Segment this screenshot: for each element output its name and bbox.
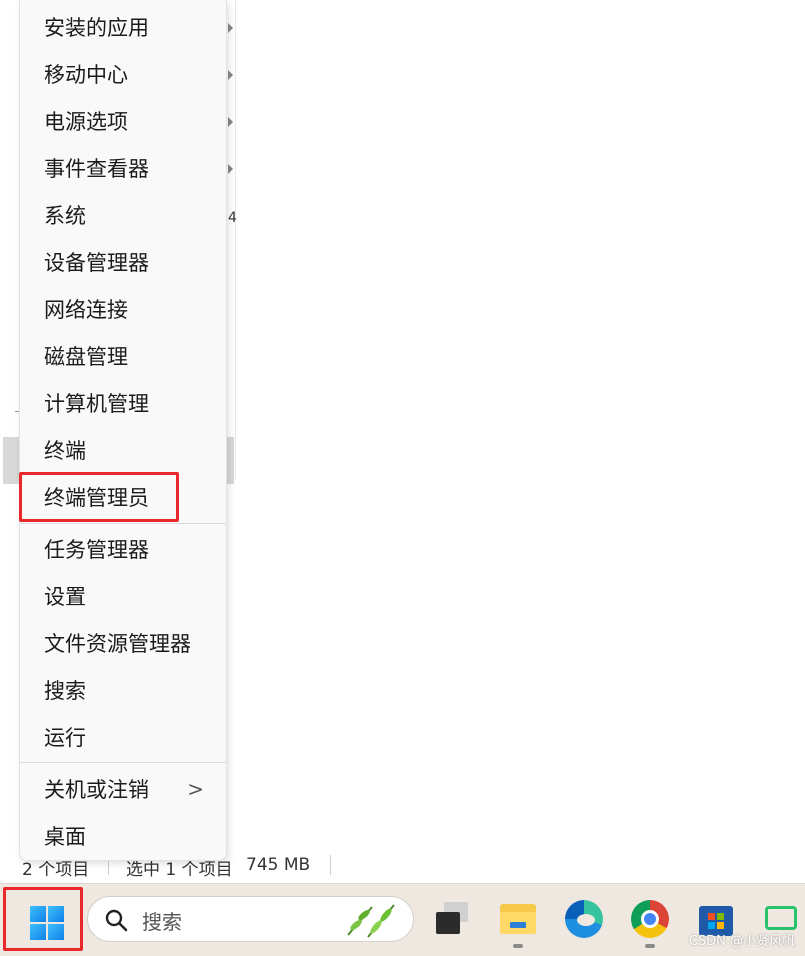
submenu-arrow-icon (228, 23, 233, 33)
windows-logo-icon (30, 906, 66, 942)
annotation-highlight-terminal-admin (19, 472, 179, 522)
menu-item-label: 设备管理器 (44, 251, 149, 275)
start-button[interactable] (3, 887, 83, 951)
submenu-arrow-icon (228, 164, 233, 174)
background-text-fragment: 4 (228, 210, 237, 226)
chevron-right-icon: > (187, 777, 204, 801)
chrome-icon[interactable] (631, 900, 669, 938)
menu-item-label: 安装的应用 (44, 16, 149, 40)
menu-item-network-connections[interactable]: 网络连接 (20, 290, 226, 330)
menu-item-power-options[interactable]: 电源选项 (20, 102, 233, 142)
menu-item-installed-apps[interactable]: 安装的应用 (20, 8, 233, 48)
menu-item-label: 移动中心 (44, 63, 128, 87)
menu-item-mobility-center[interactable]: 移动中心 (20, 55, 233, 95)
menu-item-label: 关机或注销 (44, 778, 149, 802)
edge-icon[interactable] (565, 900, 603, 938)
search-icon (105, 909, 128, 932)
menu-item-label: 系统 (44, 204, 86, 228)
menu-item-computer-management[interactable]: 计算机管理 (20, 384, 226, 424)
taskbar: 搜索 CSDN @小贤风帆 (0, 883, 805, 956)
submenu-arrow-icon (228, 117, 233, 127)
winx-context-menu: 安装的应用 移动中心 电源选项 事件查看器 系统 设备管理器 网络连接 磁盘管理… (19, 0, 233, 861)
menu-separator (20, 762, 226, 763)
menu-item-device-manager[interactable]: 设备管理器 (20, 243, 226, 283)
menu-item-label: 计算机管理 (44, 392, 149, 416)
menu-item-label: 设置 (44, 585, 86, 609)
task-view-icon[interactable] (434, 900, 472, 938)
menu-item-label: 文件资源管理器 (44, 632, 191, 656)
running-indicator (513, 944, 523, 948)
menu-item-label: 运行 (44, 726, 86, 750)
menu-item-label: 磁盘管理 (44, 345, 128, 369)
menu-item-label: 电源选项 (44, 110, 128, 134)
menu-item-label: 任务管理器 (44, 538, 149, 562)
menu-item-label: 搜索 (44, 679, 86, 703)
menu-item-system[interactable]: 系统 (20, 196, 226, 236)
menu-item-label: 桌面 (44, 825, 86, 849)
menu-item-label: 终端 (44, 439, 86, 463)
menu-item-search[interactable]: 搜索 (20, 671, 226, 711)
menu-item-terminal[interactable]: 终端 (20, 431, 226, 471)
menu-item-file-explorer[interactable]: 文件资源管理器 (20, 624, 226, 664)
running-indicator (645, 944, 655, 948)
menu-item-settings[interactable]: 设置 (20, 577, 226, 617)
menu-separator (20, 523, 226, 524)
menu-item-label: 事件查看器 (44, 157, 149, 181)
menu-item-disk-management[interactable]: 磁盘管理 (20, 337, 226, 377)
status-divider (330, 855, 331, 875)
background-window-divider (235, 0, 236, 480)
search-placeholder: 搜索 (142, 910, 182, 934)
status-size: 745 MB (246, 855, 311, 875)
menu-item-label: 网络连接 (44, 298, 128, 322)
menu-item-desktop[interactable]: 桌面 (20, 817, 226, 857)
csdn-watermark: CSDN @小贤风帆 (688, 934, 795, 949)
search-highlight-leaves-icon (347, 904, 395, 938)
submenu-arrow-icon (228, 70, 233, 80)
file-explorer-icon[interactable] (500, 900, 538, 938)
taskbar-search-box[interactable]: 搜索 (87, 896, 414, 942)
menu-item-run[interactable]: 运行 (20, 718, 226, 758)
menu-item-shutdown-signout[interactable]: 关机或注销 > (20, 770, 226, 810)
menu-item-task-manager[interactable]: 任务管理器 (20, 530, 226, 570)
menu-item-event-viewer[interactable]: 事件查看器 (20, 149, 233, 189)
